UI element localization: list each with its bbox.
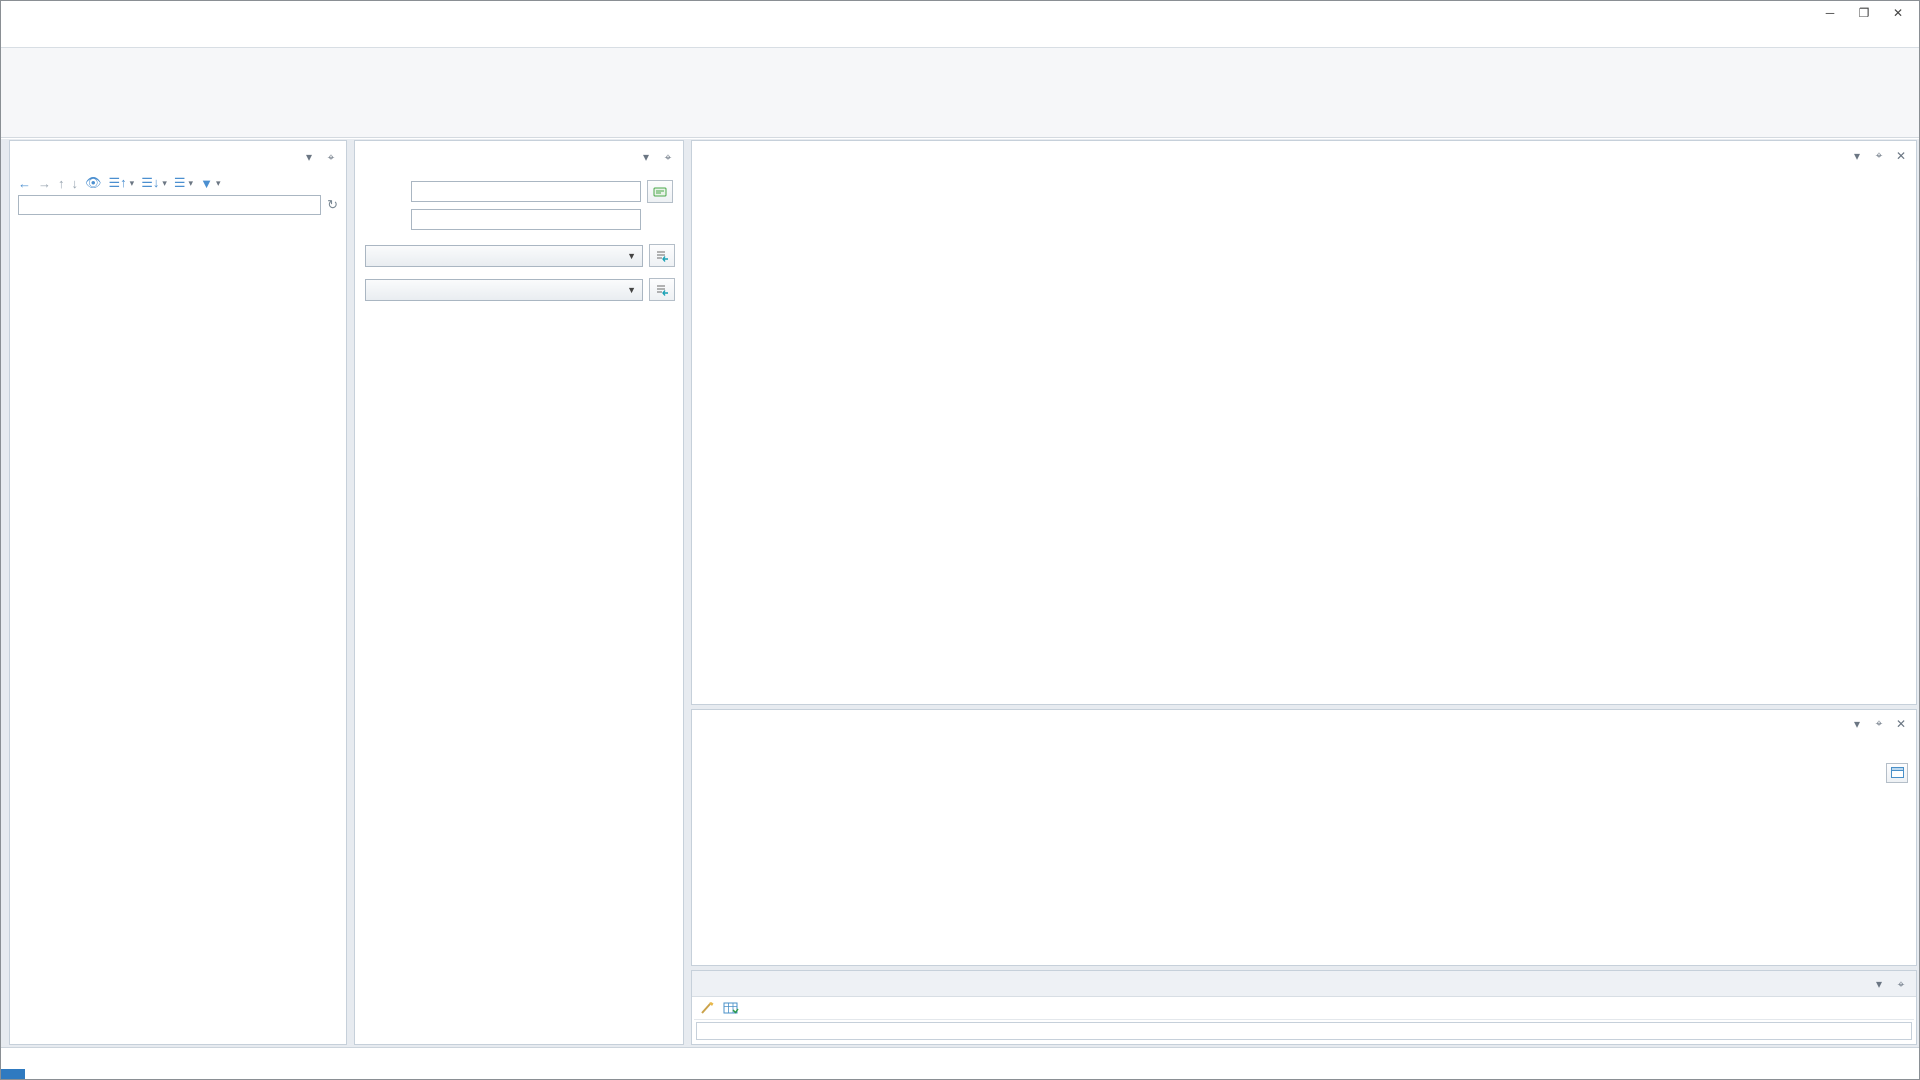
structure-select[interactable]: ▼ [365, 244, 643, 267]
title-bar: ─ ❐ ✕ [1, 1, 1919, 25]
panel-menu-icon[interactable]: ▾ [1872, 977, 1886, 992]
model-builder-toolbar: ← → ↑ ↓ 👁 ☰↑ ▾ ☰↓ ▾ ☰ ▾ ▼ ▾ [18, 175, 221, 191]
messages-toolbar [692, 997, 1916, 1019]
torque-window: ▾ ⌖ ✕ [691, 708, 1920, 966]
collapse-all-icon[interactable]: ☰↑ [109, 175, 127, 191]
move-down-icon[interactable]: ↓ [72, 176, 79, 191]
clear-brush-icon[interactable] [700, 1001, 715, 1015]
show-icon[interactable]: 👁 [85, 175, 102, 191]
expand-all-icon[interactable]: ☰↓ [141, 175, 159, 191]
move-up-icon[interactable]: ↑ [58, 176, 65, 191]
close-icon[interactable]: ✕ [1894, 149, 1908, 163]
rename-icon [653, 187, 667, 196]
panel-menu-icon[interactable]: ▾ [639, 150, 653, 164]
rename-button[interactable] [647, 180, 673, 203]
go-to-source-button[interactable] [649, 278, 675, 301]
forward-icon[interactable]: → [38, 176, 51, 191]
maximize-button[interactable]: ❐ [1847, 2, 1881, 24]
go-to-source-button[interactable] [649, 244, 675, 267]
surface-plot [692, 193, 1916, 698]
minimize-button[interactable]: ─ [1813, 2, 1847, 24]
tree-filter-input[interactable] [18, 195, 322, 215]
graphics-toolbar [692, 168, 1916, 193]
ribbon [1, 48, 1919, 138]
magnetic-select[interactable]: ▼ [365, 278, 643, 301]
export-table-icon[interactable] [723, 1002, 739, 1015]
pin-icon[interactable]: ⌖ [1894, 977, 1908, 992]
model-tree [10, 219, 346, 1044]
status-bar [1, 1047, 1919, 1079]
node-grouping-icon[interactable]: ☰ [174, 175, 186, 191]
window-controls: ─ ❐ ✕ [1813, 2, 1915, 24]
name-input[interactable] [411, 209, 641, 230]
structure-caption [355, 233, 683, 244]
back-icon[interactable]: ← [18, 176, 31, 191]
torque-plot[interactable] [692, 761, 1920, 965]
panel-menu-icon[interactable]: ▾ [1850, 717, 1864, 731]
model-builder-panel: ▾ ⌖ ← → ↑ ↓ 👁 ☰↑ ▾ ☰↓ ▾ ☰ ▾ ▼ ▾ ↻ [9, 140, 1918, 1045]
close-button[interactable]: ✕ [1881, 2, 1915, 24]
messages-window: ▾ ⌖ [691, 970, 1917, 1045]
status-corner-mark [1, 1069, 25, 1079]
close-icon[interactable]: ✕ [1894, 717, 1908, 731]
messages-content [694, 1019, 1914, 1020]
pin-icon[interactable]: ⌖ [324, 150, 338, 165]
pin-icon[interactable]: ⌖ [1872, 716, 1886, 731]
graphics-canvas[interactable] [692, 193, 1916, 704]
graphics-window: ▾ ⌖ ✕ [691, 140, 1917, 705]
label-input[interactable] [411, 181, 641, 202]
plot-window-icon [1890, 767, 1904, 779]
go-to-source-icon [657, 284, 668, 296]
settings-panel: ▾ ⌖ ▼ ▼ [354, 140, 684, 1045]
comsol-window: ─ ❐ ✕ ▾ ⌖ ← → ↑ ↓ 👁 ☰↑ ▾ ☰↓ ▾ ☰ ▾ ▼ ▾ ↻ … [0, 0, 1920, 1080]
messages-tab-bar: ▾ ⌖ [692, 971, 1916, 997]
refresh-icon[interactable]: ↻ [327, 197, 338, 213]
go-to-source-icon [657, 250, 668, 262]
plot-properties-button[interactable] [1886, 762, 1908, 783]
panel-menu-icon[interactable]: ▾ [1850, 149, 1864, 163]
ribbon-tab-row [1, 25, 1919, 48]
magnetic-caption [355, 267, 683, 278]
messages-empty-row [696, 1022, 1912, 1040]
torque-toolbar [692, 736, 1916, 761]
panel-menu-icon[interactable]: ▾ [302, 150, 316, 164]
workspace: ▾ ⌖ ← → ↑ ↓ 👁 ☰↑ ▾ ☰↓ ▾ ☰ ▾ ▼ ▾ ↻ ▾ ⌖ ▼ … [1, 139, 1919, 1047]
pin-icon[interactable]: ⌖ [661, 150, 675, 165]
pin-icon[interactable]: ⌖ [1872, 148, 1886, 163]
filter-icon[interactable]: ▼ [200, 176, 213, 191]
